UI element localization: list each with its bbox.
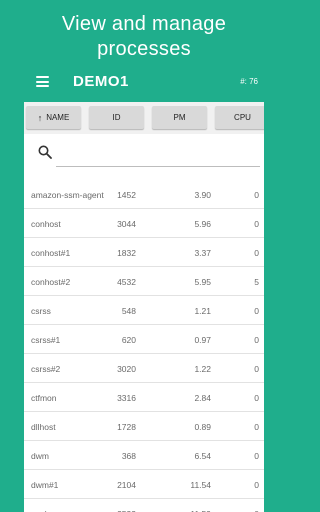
process-cpu: 0 — [254, 335, 259, 345]
process-id: 3316 — [117, 393, 136, 403]
process-cpu: 0 — [254, 480, 259, 490]
process-row[interactable]: csrss#2 3020 1.22 0 — [24, 354, 264, 383]
process-cpu: 0 — [254, 248, 259, 258]
process-cpu: 0 — [254, 190, 259, 200]
process-row[interactable]: conhost#1 1832 3.37 0 — [24, 238, 264, 267]
menu-icon[interactable] — [36, 76, 49, 87]
process-name: conhost#1 — [31, 248, 71, 258]
process-cpu: 0 — [254, 451, 259, 461]
process-row[interactable]: conhost#2 4532 5.95 5 — [24, 267, 264, 296]
process-cpu: 0 — [254, 306, 259, 316]
sort-name-label: NAME — [46, 113, 70, 122]
process-list: amazon-ssm-agent 1452 3.90 0 conhost 3044 5.96… — [24, 180, 264, 512]
promo-headline: View and manage processes — [0, 12, 288, 62]
promo-headline-line1: View and manage — [61, 13, 227, 35]
app-bar: DEMO1 #: 76 — [24, 62, 264, 102]
sort-pm-button[interactable]: PM — [152, 106, 207, 129]
process-id: 1452 — [117, 190, 136, 200]
process-pm: 0.97 — [194, 335, 211, 345]
search-icon[interactable] — [38, 145, 52, 159]
process-name: ctfmon — [31, 393, 57, 403]
arrow-up-icon: ↑ — [37, 112, 43, 123]
app-title: DEMO1 — [73, 73, 129, 90]
process-name: dwm#1 — [31, 480, 59, 490]
sort-id-label: ID — [112, 113, 121, 122]
process-pm: 1.22 — [194, 364, 211, 374]
process-pm: 3.90 — [194, 190, 211, 200]
process-pm: 1.21 — [194, 306, 211, 316]
process-name: dllhost — [31, 422, 56, 432]
process-name: csrss#2 — [31, 364, 61, 374]
process-id: 368 — [121, 451, 136, 461]
promo-headline-line2: processes — [97, 38, 191, 60]
sort-cpu-button[interactable]: CPU — [215, 106, 264, 129]
process-pm: 11.54 — [190, 480, 211, 490]
process-cpu: 0 — [254, 364, 259, 374]
app-screen: DEMO1 #: 76 ↑ NAME ID PM CPU amazon-ssm-… — [24, 62, 264, 512]
process-pm: 3.37 — [194, 248, 211, 258]
process-name: conhost — [31, 219, 61, 229]
sort-id-button[interactable]: ID — [89, 106, 144, 129]
process-row[interactable]: csrss 548 1.21 0 — [24, 296, 264, 325]
process-name: csrss — [31, 306, 51, 316]
process-id: 2104 — [117, 480, 136, 490]
process-cpu: 5 — [254, 277, 259, 287]
process-id: 548 — [121, 306, 136, 316]
process-id: 1832 — [117, 248, 136, 258]
process-cpu: 0 — [254, 393, 259, 403]
process-row[interactable]: amazon-ssm-agent 1452 3.90 0 — [24, 180, 264, 209]
process-id: 3044 — [117, 219, 136, 229]
process-name: amazon-ssm-agent — [31, 190, 104, 200]
process-cpu: 0 — [254, 219, 259, 229]
process-pm: 6.54 — [194, 451, 211, 461]
process-pm: 2.84 — [194, 393, 211, 403]
process-row[interactable]: conhost 3044 5.96 0 — [24, 209, 264, 238]
process-id: 620 — [121, 335, 136, 345]
process-name: conhost#2 — [31, 277, 71, 287]
search-row — [24, 134, 264, 180]
process-row[interactable]: csrss#1 620 0.97 0 — [24, 325, 264, 354]
process-id: 3020 — [117, 364, 136, 374]
process-row[interactable]: dllhost 1728 0.89 0 — [24, 412, 264, 441]
process-cpu: 0 — [254, 422, 259, 432]
process-pm: 5.96 — [194, 219, 211, 229]
process-pm: 0.89 — [194, 422, 211, 432]
process-count: #: 76 — [240, 77, 258, 86]
process-id: 4532 — [117, 277, 136, 287]
process-name: dwm — [31, 451, 49, 461]
search-input[interactable] — [56, 166, 260, 167]
sort-name-button[interactable]: ↑ NAME — [26, 106, 81, 129]
sort-bar: ↑ NAME ID PM CPU — [24, 102, 264, 134]
process-name: csrss#1 — [31, 335, 61, 345]
sort-cpu-label: CPU — [234, 113, 251, 122]
process-row[interactable]: explorer353211.590 — [24, 499, 264, 512]
sort-pm-label: PM — [173, 113, 186, 122]
process-pm: 5.95 — [194, 277, 211, 287]
process-row[interactable]: dwm 368 6.54 0 — [24, 441, 264, 470]
process-id: 1728 — [117, 422, 136, 432]
process-row[interactable]: dwm#1 2104 11.54 0 — [24, 470, 264, 499]
process-row[interactable]: ctfmon 3316 2.84 0 — [24, 383, 264, 412]
